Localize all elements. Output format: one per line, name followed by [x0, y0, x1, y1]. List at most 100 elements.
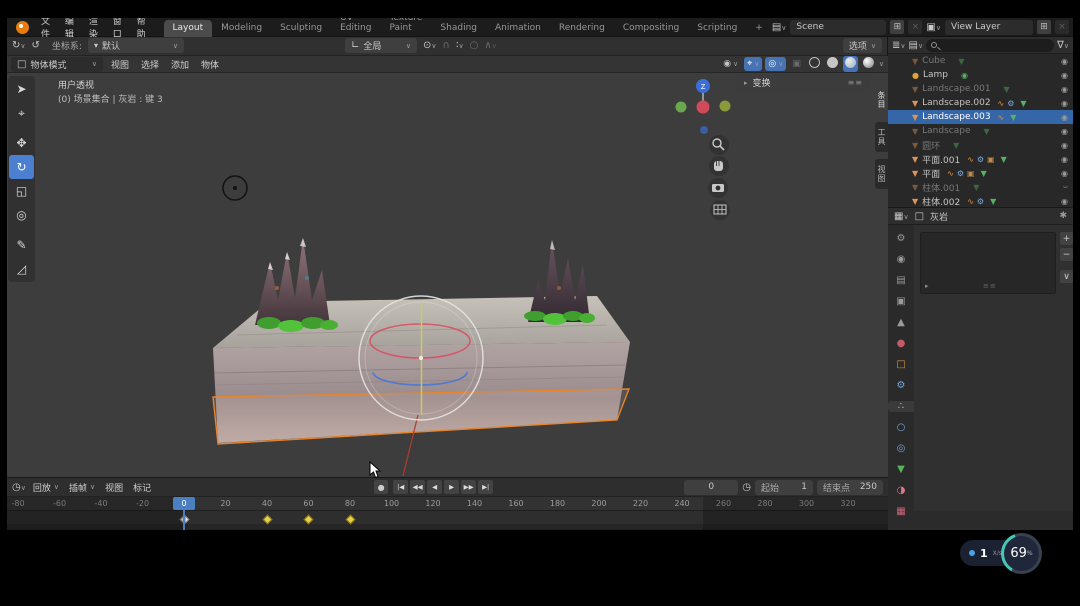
jump-end-button[interactable]: ▶| [478, 480, 493, 494]
view-layer-icon[interactable]: ▣∨ [926, 22, 941, 33]
pivot-point-dropdown[interactable]: ⊙∨ [423, 40, 437, 51]
shading-solid-button[interactable] [825, 56, 840, 72]
use-preview-range-icon[interactable]: ◷ [742, 482, 751, 493]
timeline-tracks[interactable] [7, 511, 888, 530]
visibility-eye-icon[interactable]: ◉ [1061, 71, 1068, 80]
add-slot-button[interactable]: + [1060, 232, 1073, 245]
properties-tab-object[interactable]: □ [888, 359, 914, 370]
outliner-item-6[interactable]: ▼圆环▼◉ [888, 138, 1073, 152]
mode-dropdown[interactable]: □ 物体模式 ∨ [11, 57, 103, 72]
visibility-eye-icon[interactable]: ◉ [1061, 113, 1068, 122]
visibility-eye-icon[interactable]: ◉ [1061, 197, 1068, 206]
xray-toggle[interactable]: ▣ [789, 57, 804, 71]
pan-hand-button[interactable] [709, 156, 729, 176]
tool-move[interactable]: ✥ [9, 131, 34, 155]
view-layer-selector[interactable]: View Layer [945, 20, 1033, 35]
blender-logo-icon[interactable] [16, 21, 29, 34]
jump-start-button[interactable]: |◀ [393, 480, 408, 494]
tool-cursor[interactable]: ⌖ [9, 101, 34, 125]
shading-material-button[interactable] [843, 56, 858, 72]
search-input[interactable] [941, 40, 1049, 50]
workspace-tab-5[interactable]: Shading [431, 20, 486, 37]
tool-transform[interactable]: ◎ [9, 203, 34, 227]
timeline-menu-2[interactable]: 视图 [100, 481, 128, 494]
outliner-item-10[interactable]: ▼柱体.002∿⚙▼◉ [888, 194, 1073, 208]
frame-start-field[interactable]: 起始 1 [755, 480, 813, 495]
workspace-tab-0[interactable]: Layout [164, 20, 213, 37]
properties-tab-viewlayer[interactable]: ▣ [888, 296, 914, 307]
tool-rotate[interactable]: ↻ [9, 155, 34, 179]
properties-tab-texture[interactable]: ▦ [888, 506, 914, 517]
outliner-display-mode-dropdown[interactable]: ≣∨ [892, 40, 906, 51]
transform-orientation-dropdown[interactable]: ∟ 全局 ∨ [345, 38, 417, 53]
workspace-tab-1[interactable]: Modeling [212, 20, 271, 37]
workspace-tab-6[interactable]: Animation [486, 20, 550, 37]
ortho-persp-button[interactable] [710, 200, 730, 220]
show-object-types-dropdown[interactable]: ◉∨ [720, 57, 741, 71]
outliner-item-0[interactable]: ▼Cube▼◉ [888, 54, 1073, 68]
properties-tab-output[interactable]: ▤ [888, 275, 914, 286]
visibility-eye-icon[interactable]: ◉ [1061, 155, 1068, 164]
particle-slot-list[interactable]: ▸ ≡≡ [920, 232, 1056, 294]
tool-annotate[interactable]: ✎ [9, 233, 34, 257]
visibility-eye-icon[interactable]: ◉ [1061, 57, 1068, 66]
viewport-canvas[interactable]: Z [7, 73, 888, 477]
slot-specials-dropdown[interactable]: ∨ [1060, 270, 1073, 283]
tool-select-box[interactable]: ➤ [9, 77, 34, 101]
workspace-tab-9[interactable]: Scripting [688, 20, 746, 37]
timeline-menu-3[interactable]: 标记 [128, 481, 156, 494]
timeline-rows[interactable]: -80-60-40-200204060801001201401601802002… [7, 497, 888, 530]
properties-editor-type-icon[interactable]: ▦∨ [894, 211, 909, 222]
properties-tab-render[interactable]: ◉ [888, 254, 914, 265]
remove-slot-button[interactable]: − [1060, 248, 1073, 261]
shading-rendered-button[interactable] [861, 56, 876, 72]
scene-selector[interactable]: Scene [790, 20, 886, 35]
frame-end-field[interactable]: 结束点 250 [817, 480, 883, 495]
new-scene-button[interactable]: ⊞ [890, 20, 904, 34]
transform-panel[interactable]: ▸ 变换 ≡≡ [737, 75, 870, 90]
prev-keyframe-button[interactable]: ◀◀ [410, 480, 425, 494]
outliner-item-2[interactable]: ▼Landscape.001▼◉ [888, 82, 1073, 96]
properties-tab-constraints[interactable]: ◎ [888, 443, 914, 454]
viewport-menu-0[interactable]: 视图 [105, 58, 135, 71]
play-button[interactable]: ▶ [444, 480, 459, 494]
outliner-item-4[interactable]: ▼Landscape.003∿▼◉ [888, 110, 1073, 124]
outliner-item-5[interactable]: ▼Landscape▼◉ [888, 124, 1073, 138]
workspace-tab-4[interactable]: Texture Paint [380, 18, 431, 37]
slot-expand-icon[interactable]: ▸ [925, 282, 929, 290]
timeline-menu-0[interactable]: 回放∨ [28, 481, 64, 494]
camera-view-button[interactable] [708, 178, 728, 198]
viewport-menu-3[interactable]: 物体 [195, 58, 225, 71]
properties-tab-scene[interactable]: ▲ [888, 317, 914, 328]
outliner-search[interactable] [926, 39, 1054, 52]
properties-tab-physics[interactable]: ○ [888, 422, 914, 433]
proportional-edit-icon[interactable]: ○ [470, 40, 479, 51]
workspace-tab-7[interactable]: Rendering [550, 20, 614, 37]
next-keyframe-button[interactable]: ▶▶ [461, 480, 476, 494]
scene-icon[interactable]: ▤∨ [772, 22, 787, 33]
outliner-item-3[interactable]: ▼Landscape.002∿⚙▼◉ [888, 96, 1073, 110]
play-reverse-button[interactable]: ◀ [427, 480, 442, 494]
timeline-editor-type-icon[interactable]: ◷∨ [12, 482, 26, 493]
outliner-item-7[interactable]: ▼平面.001∿⚙▣▼◉ [888, 152, 1073, 166]
workspace-tab-8[interactable]: Compositing [614, 20, 688, 37]
tweak-tool-icon[interactable]: ↺ [32, 40, 40, 51]
snap-magnet-icon[interactable]: ∩ [443, 40, 450, 51]
visibility-eye-icon[interactable]: ◉ [1061, 127, 1068, 136]
properties-tab-modifiers[interactable]: ⚙ [888, 380, 914, 391]
viewport-menu-1[interactable]: 选择 [135, 58, 165, 71]
visibility-eye-closed-icon[interactable]: ⌣ [1063, 182, 1068, 192]
new-view-layer-button[interactable]: ⊞ [1037, 20, 1051, 34]
active-tool-icon[interactable]: ↻∨ [12, 40, 26, 51]
gizmos-toggle[interactable]: ⌖∨ [744, 57, 762, 71]
visibility-eye-icon[interactable]: ◉ [1061, 99, 1068, 108]
outliner-filter-dropdown[interactable]: ∇∨ [1057, 40, 1069, 51]
viewport-menu-2[interactable]: 添加 [165, 58, 195, 71]
outliner-item-1[interactable]: ●Lamp◉◉ [888, 68, 1073, 82]
workspace-tab-10[interactable]: + [746, 20, 772, 37]
playhead-frame-badge[interactable]: 0 [173, 497, 195, 510]
properties-tab-objectdata[interactable]: ▼ [888, 464, 914, 475]
current-frame-field[interactable]: 0 [684, 480, 738, 495]
properties-tab-material[interactable]: ◑ [888, 485, 914, 496]
options-dropdown[interactable]: 选项 ∨ [843, 38, 882, 53]
